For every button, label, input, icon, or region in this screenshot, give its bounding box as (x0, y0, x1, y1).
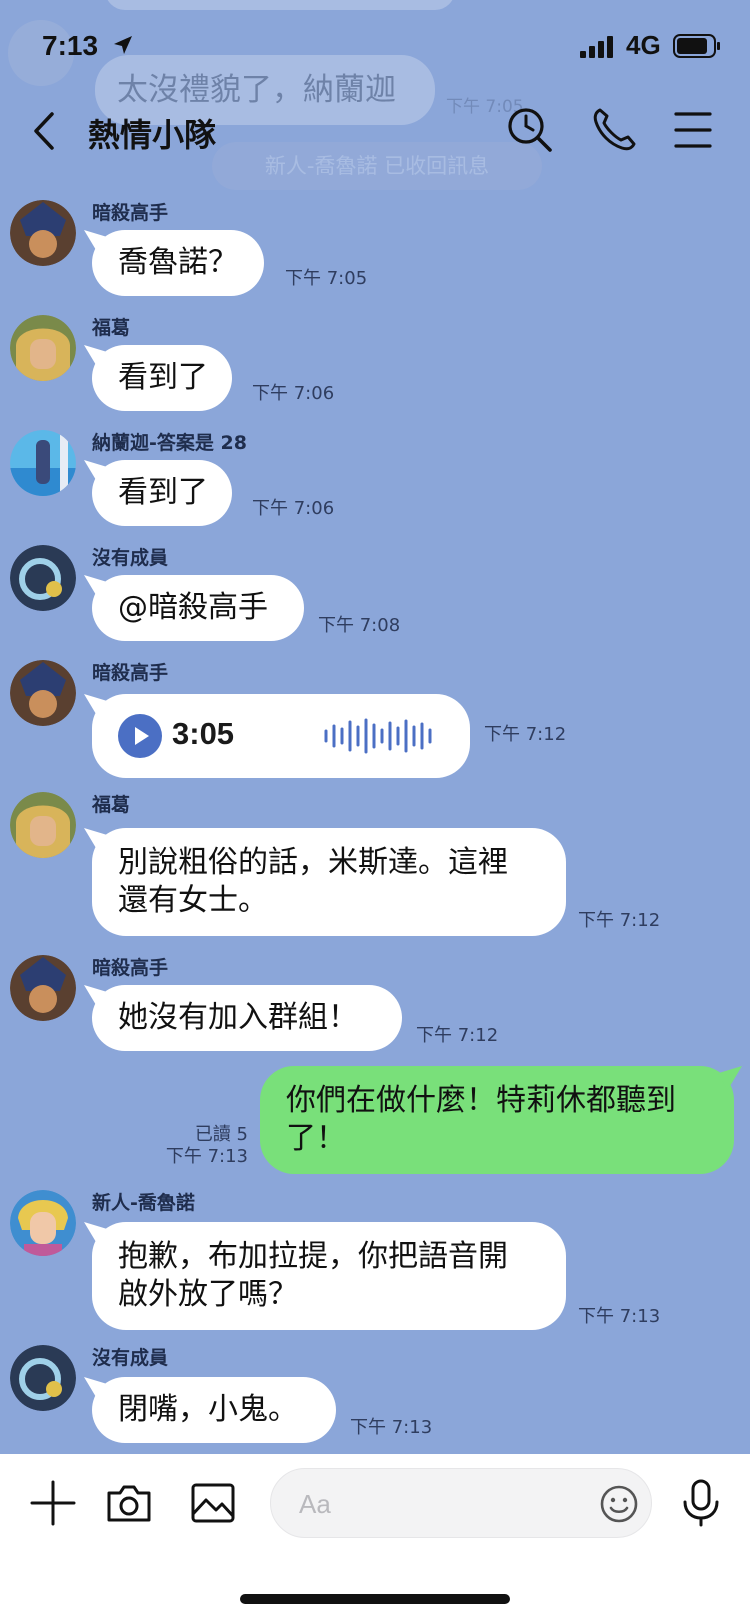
message-bubble[interactable]: 別說粗俗的話，米斯達。這裡 還有女士。 (92, 828, 566, 936)
message-bubble[interactable]: 抱歉，布加拉提，你把語音開 啟外放了嗎？ (92, 1222, 566, 1330)
back-button[interactable] (24, 106, 64, 156)
chat-screen: 太沒禮貌了，納蘭迦 下午 7:05 新人-喬魯諾 已收回訊息 7:13 4G 熱… (0, 0, 750, 1624)
message-bubble[interactable]: 她沒有加入群組！ (92, 985, 402, 1051)
battery-icon (673, 34, 720, 58)
location-arrow-icon (114, 36, 132, 54)
plus-icon[interactable] (28, 1478, 78, 1528)
image-icon[interactable] (188, 1478, 238, 1528)
chat-header: 熱情小隊 (0, 92, 750, 172)
avatar[interactable] (10, 545, 76, 611)
avatar[interactable] (10, 315, 76, 381)
message-text-line: 啟外放了嗎？ (118, 1277, 298, 1312)
home-indicator (240, 1594, 510, 1604)
avatar[interactable] (10, 660, 76, 726)
message-text-line: 別說粗俗的話，米斯達。這裡 (118, 845, 508, 880)
message-time: 下午 7:05 (285, 268, 368, 289)
message-field[interactable] (270, 1468, 652, 1538)
message-text: 看到了 (118, 360, 208, 395)
message-time: 下午 7:06 (252, 383, 335, 404)
message-bubble[interactable]: 閉嘴，小鬼。 (92, 1377, 336, 1443)
message-time: 下午 7:13 (578, 1306, 661, 1327)
message-text: 閉嘴，小鬼。 (118, 1392, 298, 1427)
message-text: 喬魯諾？ (118, 245, 238, 280)
message-text: 看到了 (118, 475, 208, 510)
chat-title: 熱情小隊 (88, 116, 217, 154)
camera-icon[interactable] (104, 1478, 154, 1528)
message-bubble[interactable]: @暗殺高手 (92, 575, 304, 641)
voice-message-bubble[interactable]: 3:05 (92, 694, 470, 778)
phone-icon[interactable] (588, 104, 640, 156)
emoji-icon[interactable] (599, 1484, 639, 1524)
message-text: @暗殺高手 (118, 590, 268, 625)
status-time: 7:13 (42, 30, 99, 61)
sender-name: 新人-喬魯諾 (92, 1192, 195, 1214)
message-input-bar (0, 1454, 750, 1624)
menu-icon[interactable] (668, 104, 720, 156)
message-time: 下午 7:13 (165, 1146, 248, 1167)
sender-name: 暗殺高手 (92, 957, 169, 979)
message-text-line: 你們在做什麼！特莉休都聽到 (286, 1083, 676, 1118)
message-text: 她沒有加入群組！ (118, 1000, 358, 1035)
avatar[interactable] (10, 955, 76, 1021)
network-type: 4G (626, 30, 661, 60)
avatar[interactable] (10, 792, 76, 858)
message-time: 下午 7:13 (350, 1417, 433, 1438)
outgoing-message-bubble[interactable]: 你們在做什麼！特莉休都聽到 了！ (260, 1066, 734, 1174)
message-text-line: 還有女士。 (118, 883, 268, 918)
message-text-line: 了！ (286, 1121, 346, 1156)
message-bubble[interactable]: 看到了 (92, 460, 232, 526)
play-button[interactable] (118, 714, 162, 758)
signal-icon (580, 36, 613, 58)
sender-name: 福葛 (92, 317, 131, 339)
read-count: 已讀 5 (194, 1124, 248, 1145)
voice-duration: 3:05 (172, 716, 235, 751)
message-input[interactable] (299, 1483, 559, 1525)
microphone-icon[interactable] (676, 1478, 726, 1528)
avatar[interactable] (10, 1190, 76, 1256)
message-bubble[interactable]: 看到了 (92, 345, 232, 411)
message-text-line: 抱歉，布加拉提，你把語音開 (118, 1239, 508, 1274)
read-receipt: 已讀 5 下午 7:13 (148, 1124, 248, 1168)
sender-name: 福葛 (92, 794, 131, 816)
sender-name: 沒有成員 (92, 1347, 169, 1369)
message-bubble[interactable]: 喬魯諾？ (92, 230, 264, 296)
avatar[interactable] (10, 430, 76, 496)
message-time: 下午 7:12 (578, 910, 661, 931)
sender-name: 暗殺高手 (92, 202, 169, 224)
message-time: 下午 7:12 (416, 1025, 499, 1046)
sender-name: 納蘭迦-答案是 28 (92, 432, 247, 454)
message-time: 下午 7:06 (252, 498, 335, 519)
waveform-icon (324, 718, 432, 754)
avatar[interactable] (10, 200, 76, 266)
message-time: 下午 7:08 (318, 615, 401, 636)
avatar[interactable] (10, 1345, 76, 1411)
sender-name: 沒有成員 (92, 547, 169, 569)
sender-name: 暗殺高手 (92, 662, 169, 684)
message-time: 下午 7:12 (484, 724, 567, 745)
search-icon[interactable] (504, 104, 556, 156)
status-bar: 7:13 4G (0, 0, 750, 92)
